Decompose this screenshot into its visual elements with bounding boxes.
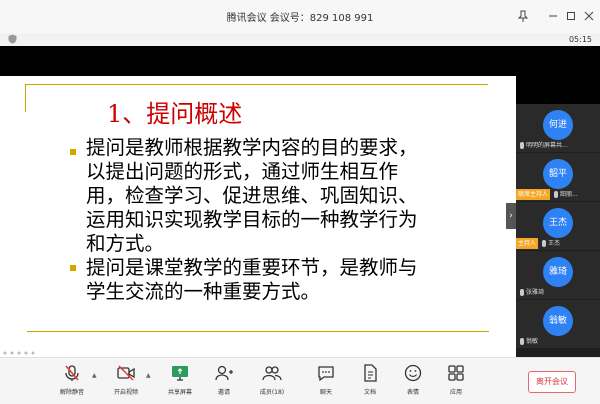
slide-paragraph-2: 提问是课堂教学的重要环节，是教师与学生交流的一种重要方式。 [86,256,418,303]
document-icon [360,363,380,383]
slide-paragraph-1: 提问是教师根据教学内容的目的要求，以提出问题的形式，通过师生相互作用，检查学习、… [86,136,418,255]
participant-tile[interactable]: 雅琦 张雅琦 [516,251,600,299]
mic-icon [554,191,559,198]
role-badge: 联席主持人 [516,189,551,200]
avatar: 王杰 [543,208,573,238]
participant-name: 明明的屏幕共... [526,142,568,149]
collapse-sidebar-button[interactable]: › [506,203,516,229]
mic-off-icon [62,363,82,383]
camera-off-icon [116,363,136,383]
invite-label: 邀请 [217,389,230,396]
mic-icon [520,142,524,149]
apps-button[interactable]: 应用 [436,363,476,396]
invite-button[interactable]: 邀请 [204,363,244,396]
participant-name: 张雅琦 [526,289,545,296]
mic-icon [520,338,524,345]
meeting-timer: 05:15 [568,35,592,44]
window-titlebar: 腾讯会议 会议号：829 108 991 [0,0,600,33]
video-options-chevron-icon[interactable]: ▲ [146,372,151,379]
shield-icon [8,34,17,44]
pin-icon[interactable] [515,8,531,24]
slide-bottom-rule [27,331,489,332]
shared-screen-slide: 1、提问概述 提问是教师根据教学内容的目的要求，以提出问题的形式，通过师生相互作… [0,76,516,342]
participant-name: 王杰 [548,240,561,247]
chat-button[interactable]: 聊天 [306,363,346,396]
slide-heading: 1、提问概述 [107,100,243,128]
participant-tile[interactable]: 韶平 联席主持人 韶丽... [516,153,600,201]
participant-sidebar: 何进 明明的屏幕共... 韶平 联席主持人 韶丽... 王杰 主持人 王杰 雅琦 张… [516,46,600,357]
avatar: 韶平 [543,159,573,189]
slide-top-rule [25,84,488,85]
participant-name: 翁敏 [526,338,539,345]
leave-meeting-button[interactable]: 离开会议 [528,371,576,393]
share-screen-label: 共享屏幕 [167,389,192,396]
chat-icon [316,363,336,383]
chat-label: 聊天 [319,389,332,396]
meeting-toolbar: 解除静音 ▲ 开启视频 ▲ 共享屏幕 邀请 成员(18) 聊天 文档 表情 应用… [0,357,600,404]
sidebar-header [516,46,600,104]
documents-label: 文档 [363,389,376,396]
share-letterbox [0,46,516,76]
avatar: 何进 [543,110,573,140]
start-video-button[interactable]: 开启视频 [106,363,146,396]
apps-grid-icon [446,363,466,383]
start-video-label: 开启视频 [113,389,138,396]
participant-name-row: 主持人 王杰 [516,238,600,249]
add-user-icon [214,363,234,383]
reactions-button[interactable]: 表情 [393,363,433,396]
reactions-label: 表情 [406,389,419,396]
participant-tile[interactable]: 何进 明明的屏幕共... [516,104,600,152]
mic-icon [542,240,547,247]
bullet-marker [70,265,76,271]
bullet-marker [70,149,76,155]
participant-tile[interactable]: 王杰 主持人 王杰 [516,202,600,250]
members-button[interactable]: 成员(18) [252,363,292,396]
participant-name-row: 张雅琦 [516,287,600,298]
unmute-button[interactable]: 解除静音 [52,363,92,396]
smiley-icon [403,363,423,383]
minimize-icon[interactable] [545,8,561,24]
participant-name-row: 联席主持人 韶丽... [516,189,600,200]
apps-label: 应用 [449,389,462,396]
members-icon [262,363,282,383]
participant-tile[interactable]: 翁敏 翁敏 [516,300,600,348]
avatar: 雅琦 [543,257,573,287]
maximize-icon[interactable] [563,8,579,24]
meeting-status-bar: 05:15 [0,33,600,47]
participant-name: 韶丽... [560,191,578,198]
screen-share-icon [170,363,190,383]
documents-button[interactable]: 文档 [350,363,390,396]
unmute-label: 解除静音 [59,389,84,396]
mic-icon [520,289,524,296]
slide-left-rule [25,84,26,112]
avatar: 翁敏 [543,306,573,336]
role-badge: 主持人 [516,238,539,249]
window-title: 腾讯会议 会议号：829 108 991 [226,13,374,24]
audio-options-chevron-icon[interactable]: ▲ [92,372,97,379]
share-screen-button[interactable]: 共享屏幕 [160,363,200,396]
members-label: 成员(18) [259,389,285,396]
close-icon[interactable] [581,8,597,24]
participant-name-row: 翁敏 [516,336,600,347]
participant-name-row: 明明的屏幕共... [516,140,600,151]
